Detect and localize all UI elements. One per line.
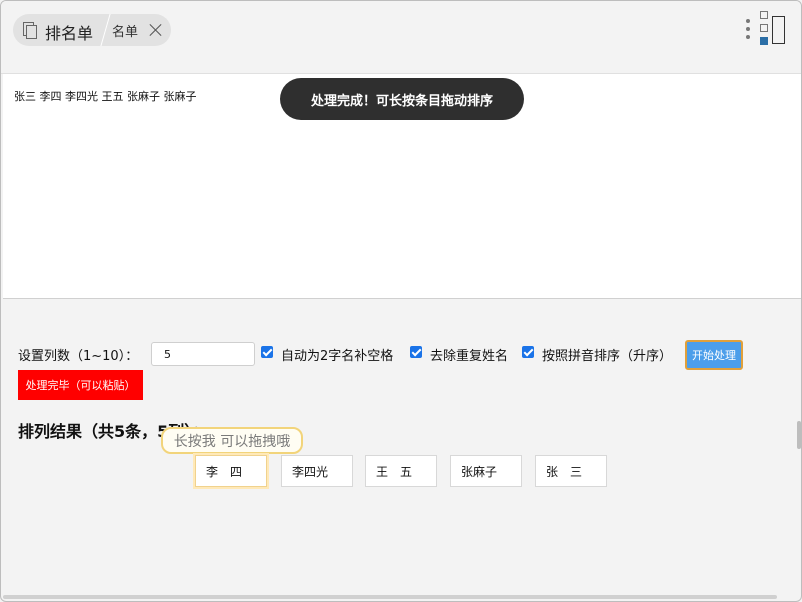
tab-group: 排名单 名单 [13,14,171,46]
more-vert-icon[interactable] [743,17,753,41]
result-item[interactable]: 李 四 [195,455,267,487]
layout-toggle-icon[interactable] [760,11,788,49]
tab-main[interactable]: 排名单 [13,14,105,46]
result-item[interactable]: 张 三 [535,455,607,487]
controls-row: 设置列数（1~10）： 5 自动为2字名补空格 去除重复姓名 按照拼音排序（升序… [18,340,788,373]
tab-sub-title[interactable]: 名单 [112,21,138,40]
columns-label: 设置列数（1~10）： [18,349,139,364]
auto-space-checkbox[interactable] [261,346,273,358]
status-bar[interactable]: 处理完毕（可以粘贴） [18,370,143,400]
document-icon [23,22,37,39]
header-bar: 排名单 名单 [1,1,801,74]
vertical-scrollbar[interactable] [797,421,801,449]
result-item[interactable]: 王 五 [365,455,437,487]
result-list: 李 四 李四光 王 五 张麻子 张 三 [195,455,615,487]
dedupe-checkbox[interactable] [410,346,422,358]
pinyin-sort-label: 按照拼音排序（升序） [542,349,673,364]
result-item[interactable]: 张麻子 [450,455,522,487]
dedupe-label: 去除重复姓名 [430,349,509,364]
toast-message: 处理完成！可长按条目拖动排序 [280,78,524,120]
window-frame: 排名单 名单 张三 李四 李四光 王五 张麻子 张麻子 处理完成！可长按条目拖动… [0,0,802,602]
tab-title: 排名单 [45,24,94,43]
result-item[interactable]: 李四光 [281,455,353,487]
drag-tooltip: 长按我 可以拖拽哦 [161,427,303,454]
pinyin-sort-checkbox[interactable] [522,346,534,358]
columns-input[interactable]: 5 [151,342,255,366]
horizontal-scrollbar[interactable] [3,595,777,599]
input-text: 张三 李四 李四光 王五 张麻子 张麻子 [14,90,197,103]
close-icon[interactable] [149,23,163,37]
auto-space-label: 自动为2字名补空格 [281,349,394,364]
start-button[interactable]: 开始处理 [685,340,743,370]
